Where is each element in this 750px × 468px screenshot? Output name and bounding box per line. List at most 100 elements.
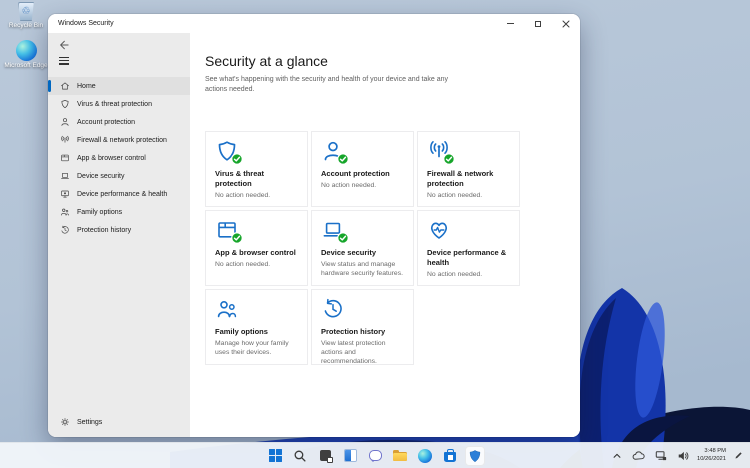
card-device-performance-health[interactable]: Device performance & health No action ne… (417, 210, 520, 286)
card-title: Device security (321, 248, 404, 258)
desktop-icon-label: Recycle Bin (9, 22, 43, 30)
taskbar: 3:48 PM 10/26/2021 (0, 442, 750, 468)
sidebar-item-home[interactable]: Home (48, 77, 190, 95)
sidebar-item-app-browser-control[interactable]: App & browser control (48, 149, 190, 167)
onedrive-cloud-icon (632, 451, 645, 461)
card-icon (321, 297, 347, 322)
security-cards-grid: Virus & threat protection No action need… (205, 131, 520, 365)
volume-icon (677, 450, 689, 462)
network-icon (60, 135, 70, 145)
sidebar-item-protection-history[interactable]: Protection history (48, 221, 190, 239)
check-badge-icon (337, 232, 349, 244)
card-title: Firewall & network protection (427, 169, 510, 189)
edge-icon (418, 449, 432, 463)
sidebar-item-label: Family options (77, 209, 122, 216)
laptop-icon (60, 171, 70, 181)
network-status-button[interactable] (653, 448, 669, 464)
card-protection-history[interactable]: Protection history View latest protectio… (311, 289, 414, 365)
card-icon (215, 297, 241, 322)
sidebar-item-firewall-network-protection[interactable]: Firewall & network protection (48, 131, 190, 149)
card-icon (427, 218, 453, 243)
volume-button[interactable] (675, 448, 691, 464)
system-tray: 3:48 PM 10/26/2021 (610, 443, 745, 468)
main-content: Security at a glance See what's happenin… (190, 33, 580, 437)
onedrive-button[interactable] (630, 449, 647, 463)
pen-button[interactable] (732, 449, 745, 462)
card-virus-threat-protection[interactable]: Virus & threat protection No action need… (205, 131, 308, 207)
file-explorer-icon (393, 450, 407, 461)
family-icon (215, 297, 239, 321)
card-status: No action needed. (427, 270, 510, 279)
person-icon (60, 117, 70, 127)
maximize-icon (535, 21, 541, 27)
task-view-button[interactable] (315, 446, 335, 466)
recycle-bin-icon: ♲ (18, 2, 35, 21)
desktop-icon-label: Microsoft Edge (4, 62, 47, 70)
card-status: No action needed. (427, 191, 510, 200)
close-button[interactable] (552, 14, 580, 33)
card-title: Virus & threat protection (215, 169, 298, 189)
sidebar-item-device-performance-health[interactable]: Device performance & health (48, 185, 190, 203)
shield-icon (60, 99, 70, 109)
store-icon (444, 452, 456, 462)
home-icon (60, 81, 70, 91)
widgets-button[interactable] (340, 446, 360, 466)
card-title: Protection history (321, 327, 404, 337)
sidebar-item-label: Protection history (77, 227, 131, 234)
card-icon (215, 139, 241, 164)
sidebar-item-settings[interactable]: Settings (48, 413, 190, 431)
minimize-icon (507, 23, 514, 24)
widgets-icon (344, 449, 357, 462)
window-title: Windows Security (48, 20, 114, 27)
windows-security-taskbar-button[interactable] (465, 446, 485, 466)
sidebar-item-label: Device performance & health (77, 191, 167, 198)
maximize-button[interactable] (524, 14, 552, 33)
history-icon (321, 297, 345, 321)
store-button[interactable] (440, 446, 460, 466)
heart-pulse-icon (427, 218, 451, 242)
sidebar-item-virus-threat-protection[interactable]: Virus & threat protection (48, 95, 190, 113)
page-title: Security at a glance (205, 53, 328, 69)
card-account-protection[interactable]: Account protection No action needed. (311, 131, 414, 207)
sidebar: Home Virus & threat protection Account p… (48, 33, 190, 437)
card-status: Manage how your family uses their device… (215, 339, 298, 357)
sidebar-item-label: App & browser control (77, 155, 146, 162)
sidebar-item-account-protection[interactable]: Account protection (48, 113, 190, 131)
card-app-browser-control[interactable]: App & browser control No action needed. (205, 210, 308, 286)
sidebar-item-device-security[interactable]: Device security (48, 167, 190, 185)
menu-button[interactable] (59, 57, 69, 65)
edge-button[interactable] (415, 446, 435, 466)
back-arrow-icon (58, 39, 70, 51)
gear-icon (60, 417, 70, 427)
app-window-icon (60, 153, 70, 163)
minimize-button[interactable] (496, 14, 524, 33)
card-status: No action needed. (321, 181, 404, 190)
tray-overflow-button[interactable] (610, 449, 624, 463)
sidebar-item-label: Firewall & network protection (77, 137, 167, 144)
sidebar-item-family-options[interactable]: Family options (48, 203, 190, 221)
card-icon (321, 139, 347, 164)
desktop-icon-recycle-bin[interactable]: ♲ Recycle Bin (4, 2, 48, 30)
performance-icon (60, 189, 70, 199)
hamburger-icon (59, 63, 69, 64)
card-family-options[interactable]: Family options Manage how your family us… (205, 289, 308, 365)
search-button[interactable] (290, 446, 310, 466)
start-button[interactable] (265, 446, 285, 466)
file-explorer-button[interactable] (390, 446, 410, 466)
back-button[interactable] (58, 39, 70, 51)
card-title: Family options (215, 327, 298, 337)
taskbar-clock[interactable]: 3:48 PM 10/26/2021 (697, 448, 726, 464)
title-bar: Windows Security (48, 14, 580, 33)
card-status: View latest protection actions and recom… (321, 339, 404, 367)
hamburger-icon (59, 60, 69, 61)
family-icon (60, 207, 70, 217)
card-icon (321, 218, 347, 243)
card-device-security[interactable]: Device security View status and manage h… (311, 210, 414, 286)
chat-button[interactable] (365, 446, 385, 466)
card-status: No action needed. (215, 191, 298, 200)
card-firewall-network-protection[interactable]: Firewall & network protection No action … (417, 131, 520, 207)
check-badge-icon (231, 153, 243, 165)
network-icon (655, 450, 667, 462)
windows-security-shield-icon (468, 449, 482, 463)
desktop-icon-microsoft-edge[interactable]: Microsoft Edge (4, 40, 48, 70)
